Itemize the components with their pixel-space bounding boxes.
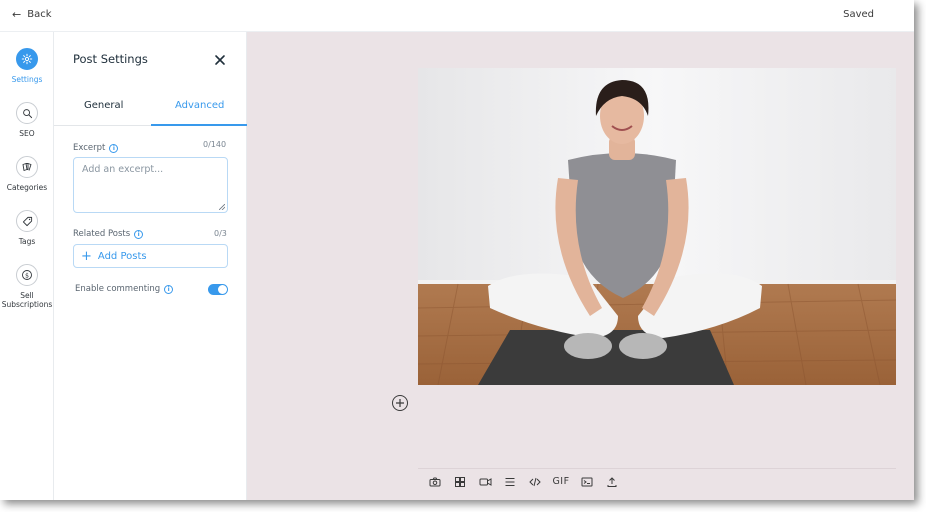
settings-tabs: General Advanced <box>54 90 247 126</box>
back-label: Back <box>27 9 52 20</box>
divider-icon[interactable] <box>503 475 517 489</box>
tab-advanced[interactable]: Advanced <box>175 100 224 111</box>
embed-icon[interactable] <box>580 475 594 489</box>
tag-icon <box>16 210 38 232</box>
resize-handle-icon[interactable] <box>219 204 225 210</box>
gear-icon <box>16 48 38 70</box>
rail-label-tags: Tags <box>18 237 36 246</box>
active-tab-indicator <box>151 124 247 126</box>
camera-icon[interactable] <box>428 475 442 489</box>
excerpt-field <box>73 157 228 213</box>
arrow-left-icon: ← <box>12 8 22 21</box>
gif-icon[interactable]: GIF <box>552 475 569 489</box>
related-posts-label: Related Posts i <box>73 229 144 239</box>
rail-item-settings[interactable]: Settings <box>0 48 54 84</box>
rail-label-seo: SEO <box>19 129 35 138</box>
rail-item-seo[interactable]: SEO <box>0 102 54 138</box>
code-icon[interactable] <box>528 475 542 489</box>
insert-toolbar: GIF <box>418 468 896 494</box>
info-icon[interactable]: i <box>109 143 119 153</box>
excerpt-label-text: Excerpt <box>73 143 106 153</box>
info-icon[interactable]: i <box>134 229 144 239</box>
video-icon[interactable] <box>478 475 492 489</box>
close-button[interactable] <box>213 52 227 66</box>
related-posts-label-text: Related Posts <box>73 229 131 239</box>
plus-circle-icon <box>396 399 404 407</box>
side-rail: Settings SEO Categories Tags $ Sell Subs… <box>0 32 54 500</box>
enable-commenting-label: Enable commenting i <box>75 284 174 294</box>
top-bar: ← Back Saved <box>0 0 914 32</box>
rail-label-categories: Categories <box>6 183 48 192</box>
editor-canvas[interactable]: GIF <box>247 32 914 500</box>
toggle-knob <box>218 285 227 294</box>
related-posts-counter: 0/3 <box>214 229 227 238</box>
excerpt-counter: 0/140 <box>203 140 227 149</box>
panel-title: Post Settings <box>73 52 148 66</box>
tab-general[interactable]: General <box>84 100 123 111</box>
plus-icon: + <box>81 248 92 264</box>
info-icon[interactable]: i <box>164 284 174 294</box>
save-status: Saved <box>843 9 874 20</box>
dollar-icon: $ <box>16 264 38 286</box>
enable-commenting-toggle[interactable] <box>208 284 228 295</box>
post-image[interactable] <box>418 68 896 385</box>
rail-label-sell-subscriptions: Sell Subscriptions <box>1 291 53 309</box>
rail-item-tags[interactable]: Tags <box>0 210 54 246</box>
add-posts-label: Add Posts <box>97 250 147 262</box>
excerpt-label: Excerpt i <box>73 143 119 153</box>
back-button[interactable]: ← Back <box>12 8 52 21</box>
rail-item-categories[interactable]: Categories <box>0 156 54 192</box>
search-icon <box>16 102 38 124</box>
add-block-button[interactable] <box>392 395 408 411</box>
excerpt-input[interactable] <box>74 158 227 212</box>
categories-icon <box>16 156 38 178</box>
upload-icon[interactable] <box>605 475 619 489</box>
enable-commenting-label-text: Enable commenting <box>75 284 161 294</box>
rail-label-settings: Settings <box>11 75 43 84</box>
rail-item-sell-subscriptions[interactable]: $ Sell Subscriptions <box>0 264 54 309</box>
svg-text:$: $ <box>25 272 29 279</box>
add-posts-button[interactable]: + Add Posts <box>73 244 228 268</box>
editor-window: ← Back Saved Settings SEO Categories Tag… <box>0 0 914 500</box>
close-icon <box>215 55 225 65</box>
gallery-icon[interactable] <box>453 475 467 489</box>
post-settings-panel: Post Settings General Advanced Excerpt i… <box>54 32 247 500</box>
